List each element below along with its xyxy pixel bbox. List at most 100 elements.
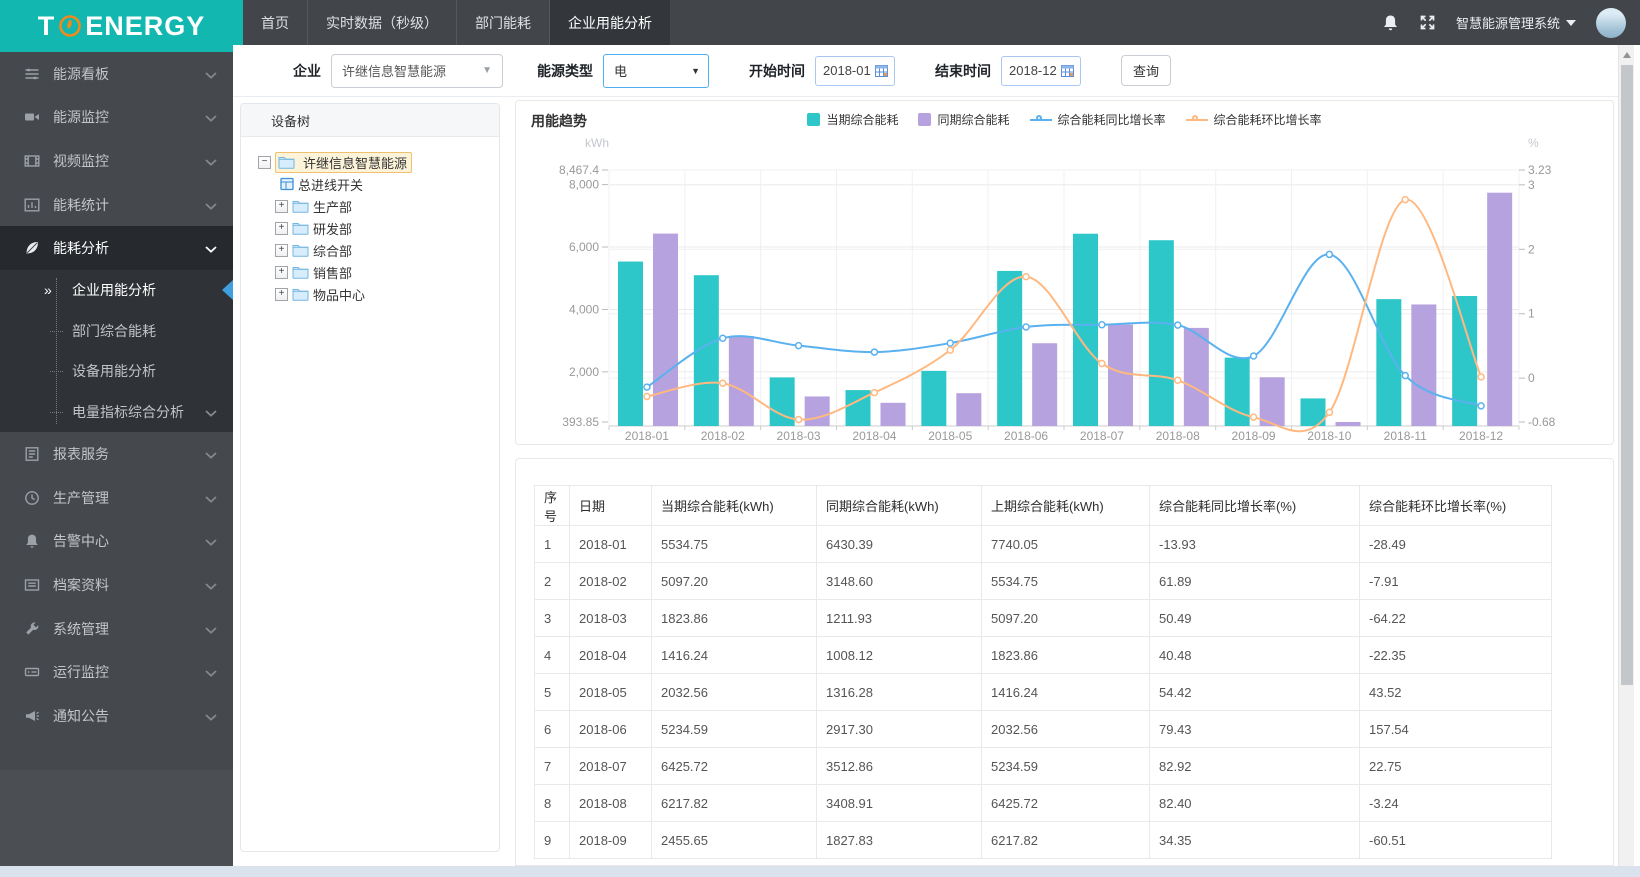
tree-node[interactable]: + 研发部 [258, 217, 499, 239]
line-point [1477, 373, 1485, 381]
table-cell: 6425.72 [651, 747, 817, 785]
folder-icon [292, 221, 309, 235]
right-axis-label: 1 [1528, 307, 1535, 321]
bell-icon [24, 533, 40, 549]
sidebar-item[interactable]: 能源监控 [0, 96, 233, 140]
legend-item[interactable]: 当期综合能耗 [807, 111, 898, 128]
table-cell: 2018-01 [569, 525, 652, 563]
scroll-up-arrow-icon[interactable] [1619, 48, 1635, 62]
folder-icon [292, 287, 309, 301]
device-tree: − 许继信息智慧能源 总进线开关 + 生产部 + 研发部 + 综合部 + 销售部 + 物品中心 [241, 137, 499, 305]
table-cell: 82.92 [1149, 747, 1360, 785]
sidebar-item[interactable]: 报表服务 [0, 432, 233, 476]
sidebar-item[interactable]: 能耗统计 [0, 183, 233, 227]
vertical-scrollbar[interactable] [1618, 45, 1634, 866]
sidebar-item-label: 生产管理 [53, 489, 109, 506]
table-cell: 1827.83 [816, 821, 982, 859]
tree-node[interactable]: + 综合部 [258, 239, 499, 261]
fullscreen-icon[interactable] [1419, 14, 1436, 31]
tree-collapse-toggle[interactable]: − [258, 155, 271, 169]
sidebar-item[interactable]: 能源看板 [0, 52, 233, 96]
chevron-down-icon [205, 664, 217, 680]
tree-expand-toggle[interactable]: + [275, 287, 288, 301]
tree-expand-toggle[interactable]: + [275, 265, 288, 279]
top-nav-tab[interactable]: 实时数据（秒级） [308, 0, 457, 45]
table-cell: 9 [534, 821, 570, 859]
table-cell: 2018-04 [569, 636, 652, 674]
table-row: 9 2018-09 2455.65 1827.83 6217.82 34.35 -60.51 [534, 821, 1552, 859]
notification-bell-icon[interactable] [1382, 14, 1399, 32]
tree-expand-toggle[interactable]: + [275, 221, 288, 235]
clock-icon [24, 490, 40, 506]
app-logo: T ENERGY [0, 0, 243, 52]
tree-node-label: 销售部 [313, 265, 353, 281]
left-axis-label: 8,467.4 [559, 163, 599, 177]
sidebar-item[interactable]: 生产管理 [0, 476, 233, 520]
top-nav-tab[interactable]: 部门能耗 [457, 0, 550, 45]
sidebar-item[interactable]: 系统管理 [0, 607, 233, 651]
sidebar-item-label: 通知公告 [53, 707, 109, 724]
tree-expand-toggle[interactable]: + [275, 199, 288, 213]
table-cell: 2018-07 [569, 747, 652, 785]
table-row: 6 2018-06 5234.59 2917.30 2032.56 79.43 157.54 [534, 710, 1552, 748]
tree-node-selected-box: 许继信息智慧能源 [275, 151, 413, 173]
tree-node[interactable]: + 销售部 [258, 261, 499, 283]
sidebar-item[interactable]: 视频监控 [0, 139, 233, 183]
top-nav-tab[interactable]: 首页 [243, 0, 308, 45]
sidebar-item[interactable]: 档案资料 [0, 563, 233, 607]
legend-item[interactable]: 综合能耗环比增长率 [1185, 111, 1322, 128]
table-cell: -7.91 [1359, 562, 1552, 600]
chart-canvas[interactable]: 393.85 2,000 4,000 6,000 8,0008,467.4 -0.68 0 1… [516, 101, 1615, 446]
table-cell: 5 [534, 673, 570, 711]
tree-expand-toggle[interactable]: + [275, 243, 288, 257]
x-axis-label: 2018-08 [1156, 429, 1200, 443]
end-date-input[interactable] [1009, 63, 1061, 78]
horizontal-scrollbar-track[interactable] [0, 866, 1640, 877]
tree-node[interactable]: 总进线开关 [258, 173, 499, 195]
top-nav-tab[interactable]: 企业用能分析 [550, 0, 670, 45]
table-cell: 1416.24 [651, 636, 817, 674]
line-point [1477, 402, 1485, 410]
legend-label: 同期综合能耗 [937, 113, 1010, 127]
calendar-icon[interactable] [875, 64, 888, 77]
table-cell: 6425.72 [981, 784, 1150, 822]
table-cell: 6217.82 [981, 821, 1150, 859]
table-cell: -64.22 [1359, 599, 1552, 637]
start-date-input[interactable] [823, 63, 875, 78]
sidebar-subitem[interactable]: 设备用能分析 [0, 351, 233, 392]
sidebar-item[interactable]: 告警中心 [0, 520, 233, 564]
vertical-scrollbar-thumb[interactable] [1621, 65, 1633, 685]
sidebar-subitem[interactable]: 部门综合能耗 [0, 311, 233, 352]
energy-type-select[interactable]: 电 ▼ [603, 53, 709, 88]
enterprise-select[interactable]: 许继信息智慧能源 ▼ [331, 53, 503, 88]
legend-label: 综合能耗环比增长率 [1213, 113, 1322, 127]
user-avatar[interactable] [1596, 7, 1626, 38]
query-button[interactable]: 查询 [1121, 55, 1172, 86]
legend-item[interactable]: 综合能耗同比增长率 [1029, 111, 1166, 128]
calendar-icon[interactable] [1061, 64, 1074, 77]
bar-current [921, 370, 947, 426]
tree-node-root[interactable]: − 许继信息智慧能源 [258, 151, 499, 173]
sidebar-subitem[interactable]: 电量指标综合分析 [0, 392, 233, 433]
legend-item[interactable]: 同期综合能耗 [918, 111, 1010, 128]
tree-node[interactable]: + 生产部 [258, 195, 499, 217]
sidebar-item[interactable]: 运行监控 [0, 650, 233, 694]
tree-node-label: 综合部 [313, 243, 353, 259]
end-time-label: 结束时间 [935, 62, 991, 79]
x-axis-label: 2018-09 [1232, 429, 1276, 443]
sidebar-item-label: 能耗分析 [53, 240, 109, 257]
tree-node[interactable]: + 物品中心 [258, 283, 499, 305]
table-column-header: 当期综合能耗(kWh) [651, 485, 817, 526]
sidebar-item-label: 系统管理 [53, 620, 109, 637]
sidebar-item[interactable]: 能耗分析 [0, 226, 233, 270]
system-name-dropdown[interactable]: 智慧能源管理系统 [1456, 13, 1576, 32]
bar-prev-year [1183, 327, 1209, 426]
sidebar-footer [0, 770, 233, 866]
sidebar-subitem[interactable]: » 企业用能分析 [0, 270, 233, 311]
sidebar-item[interactable]: 通知公告 [0, 694, 233, 738]
folder-icon [278, 155, 295, 169]
start-time-label: 开始时间 [749, 62, 805, 79]
x-axis-label: 2018-05 [928, 429, 972, 443]
right-axis-label: 0 [1528, 371, 1535, 385]
table-cell: 1211.93 [816, 599, 982, 637]
